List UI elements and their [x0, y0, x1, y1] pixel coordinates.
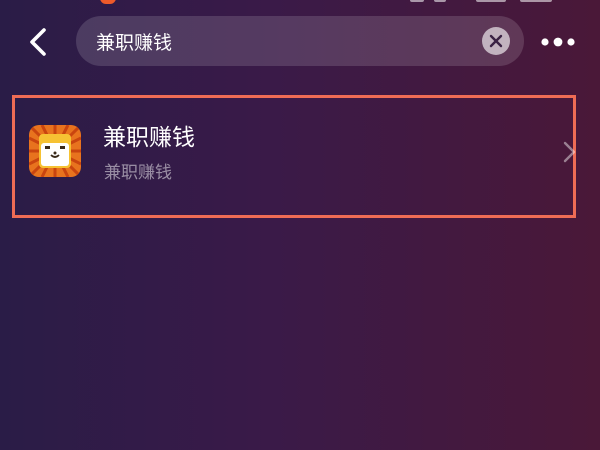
- search-input[interactable]: [96, 21, 466, 61]
- search-header: [0, 14, 600, 70]
- chevron-left-icon: [30, 28, 46, 56]
- search-result-item[interactable]: 兼职赚钱 兼职赚钱: [12, 95, 576, 218]
- close-icon: [489, 34, 503, 48]
- back-button[interactable]: [18, 24, 58, 60]
- status-icons: [410, 0, 560, 4]
- battery-icon: [520, 0, 552, 2]
- clock-icon: [434, 0, 446, 2]
- notification-dot-icon: [100, 0, 116, 4]
- more-options-button[interactable]: [538, 26, 578, 58]
- status-bar: [0, 0, 600, 6]
- clear-search-button[interactable]: [482, 27, 510, 55]
- signal-icon: [476, 0, 506, 2]
- search-box[interactable]: [76, 16, 524, 66]
- wifi-icon: [410, 0, 424, 2]
- lion-app-icon: [29, 125, 81, 177]
- result-title: 兼职赚钱: [103, 125, 195, 151]
- more-dots-icon: [541, 37, 575, 47]
- result-subtitle: 兼职赚钱: [104, 163, 172, 183]
- chevron-right-icon: [563, 141, 576, 163]
